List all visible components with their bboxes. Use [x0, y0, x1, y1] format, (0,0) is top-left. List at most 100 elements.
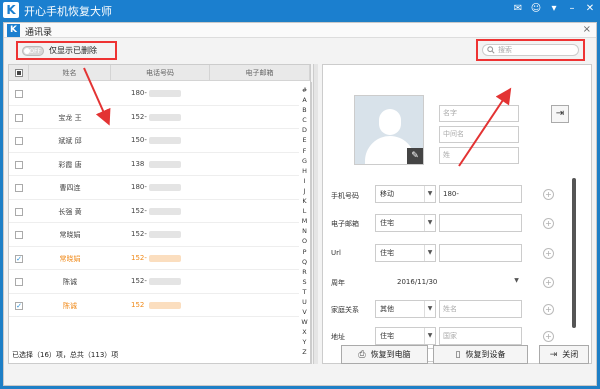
alphabet-letter[interactable]: W — [301, 317, 307, 327]
table-row[interactable]: 彩霞 唐 138 — [9, 153, 299, 176]
table-scrollbar[interactable] — [310, 82, 312, 364]
alphabet-letter[interactable]: G — [302, 156, 307, 166]
row-checkbox[interactable] — [15, 207, 23, 216]
select-all-cell — [9, 65, 29, 81]
contact-avatar: ✎ — [354, 95, 424, 165]
row-checkbox[interactable]: ✓ — [15, 301, 23, 310]
alphabet-letter[interactable]: H — [302, 166, 307, 176]
edit-avatar-icon[interactable]: ✎ — [407, 148, 423, 164]
restore-to-pc-button[interactable]: ⎙ 恢复到电脑 — [341, 345, 428, 364]
alphabet-letter[interactable]: # — [302, 85, 307, 95]
chat-icon[interactable]: ☺ — [530, 3, 542, 15]
column-header-name[interactable]: 姓名 — [29, 65, 111, 81]
family-name-field[interactable]: 姓名 — [439, 300, 522, 318]
phone-redaction — [149, 231, 181, 238]
alphabet-letter[interactable]: O — [302, 236, 307, 246]
alphabet-letter[interactable]: N — [302, 226, 307, 236]
table-row[interactable]: 曹四连 180- — [9, 176, 299, 200]
anniversary-date[interactable]: 2016/11/30 — [397, 278, 437, 286]
contact-name: 斌斌 邱 — [58, 137, 82, 145]
date-picker[interactable]: ▼ — [488, 273, 522, 291]
dialog-title: 通讯录 — [25, 28, 53, 38]
family-type-select[interactable]: 其他 ▼ — [375, 300, 436, 318]
add-url-icon[interactable]: + — [543, 248, 554, 259]
alphabet-letter[interactable]: M — [302, 216, 308, 226]
contact-phone: 152- — [131, 112, 147, 121]
add-phone-icon[interactable]: + — [543, 189, 554, 200]
table-header: 姓名 电话号码 电子邮箱 — [9, 65, 310, 81]
row-checkbox[interactable] — [15, 184, 23, 192]
table-row[interactable]: 180- — [9, 82, 299, 106]
minimize-icon[interactable]: – — [566, 3, 578, 15]
row-checkbox[interactable]: ✓ — [15, 254, 23, 263]
restore-to-device-button[interactable]: ▯ 恢复到设备 — [433, 345, 528, 364]
column-header-phone[interactable]: 电话号码 — [111, 65, 210, 81]
contact-phone: 150- — [131, 136, 147, 144]
add-family-icon[interactable]: + — [543, 304, 554, 315]
table-row[interactable]: 宝龙 王 152- — [9, 106, 299, 129]
deleted-only-toggle[interactable]: OFF — [22, 45, 44, 56]
add-email-icon[interactable]: + — [543, 218, 554, 229]
export-contact-button[interactable]: ⇥ — [551, 105, 569, 123]
contacts-dialog: K 通讯录 × OFF 仅显示已删除 搜索 姓名 电话号码 电子邮箱 180- 宝… — [3, 22, 597, 386]
phone-type-value: 移动 — [380, 190, 394, 198]
alphabet-letter[interactable]: V — [302, 307, 306, 317]
alphabet-letter[interactable]: I — [304, 176, 306, 186]
alphabet-letter[interactable]: Q — [302, 257, 307, 267]
wechat-icon[interactable]: ✉ — [512, 3, 524, 15]
alphabet-letter[interactable]: R — [302, 267, 306, 277]
search-input[interactable]: 搜索 — [482, 44, 579, 56]
pane-splitter[interactable] — [313, 64, 318, 364]
row-checkbox[interactable] — [15, 90, 23, 98]
phone-type-select[interactable]: 移动 ▼ — [375, 185, 436, 203]
url-type-select[interactable]: 住宅 ▼ — [375, 244, 436, 262]
table-row[interactable]: 陈诚 152- — [9, 270, 299, 294]
first-name-field[interactable]: 名字 — [439, 105, 519, 122]
close-button[interactable]: ⇥ 关闭 — [539, 345, 589, 364]
table-row[interactable]: 斌斌 邱 150- — [9, 129, 299, 153]
table-row[interactable]: ✓ 陈诚 152 — [9, 294, 299, 317]
dialog-close-icon[interactable]: × — [583, 24, 591, 35]
phone-field[interactable]: 180- — [439, 185, 522, 203]
email-field[interactable] — [439, 214, 522, 232]
detail-scrollbar[interactable] — [572, 178, 576, 328]
alphabet-letter[interactable]: S — [302, 277, 306, 287]
table-row[interactable]: ✓ 常晓娟 152- — [9, 247, 299, 270]
middle-name-field[interactable]: 中间名 — [439, 126, 519, 143]
row-checkbox[interactable] — [15, 113, 23, 122]
column-header-email[interactable]: 电子邮箱 — [210, 65, 310, 81]
alphabet-letter[interactable]: J — [304, 186, 306, 196]
alphabet-letter[interactable]: U — [302, 297, 307, 307]
close-icon[interactable]: ✕ — [584, 3, 596, 15]
url-label: Url — [331, 249, 341, 257]
email-type-select[interactable]: 住宅 ▼ — [375, 214, 436, 232]
menu-icon[interactable]: ▾ — [548, 3, 560, 15]
select-all-checkbox[interactable] — [14, 69, 23, 77]
add-address-icon[interactable]: + — [543, 331, 554, 342]
address-label: 地址 — [331, 333, 345, 341]
contact-phone: 152- — [131, 206, 147, 215]
alphabet-letter[interactable]: P — [303, 247, 307, 257]
row-checkbox[interactable] — [15, 137, 23, 145]
alphabet-letter[interactable]: E — [302, 135, 306, 145]
alphabet-letter[interactable]: A — [302, 95, 306, 105]
alphabet-letter[interactable]: L — [303, 206, 307, 216]
row-checkbox[interactable] — [15, 278, 23, 286]
alphabet-letter[interactable]: C — [302, 115, 306, 125]
alphabet-letter[interactable]: K — [302, 196, 306, 206]
alphabet-letter[interactable]: D — [302, 125, 307, 135]
search-highlight: 搜索 — [476, 39, 585, 61]
row-checkbox[interactable] — [15, 160, 23, 169]
url-field[interactable] — [439, 244, 522, 262]
table-row[interactable]: 常晓娟 152- — [9, 223, 299, 247]
alphabet-letter[interactable]: X — [302, 327, 306, 337]
alphabet-letter[interactable]: F — [303, 146, 307, 156]
alphabet-letter[interactable]: B — [302, 105, 306, 115]
contact-name: 陈诚 — [63, 278, 77, 286]
row-checkbox[interactable] — [15, 231, 23, 239]
add-anniversary-icon[interactable]: + — [543, 277, 554, 288]
alphabet-letter[interactable]: T — [303, 287, 307, 297]
phone-redaction — [149, 137, 181, 144]
last-name-field[interactable]: 姓 — [439, 147, 519, 164]
table-row[interactable]: 长强 黄 152- — [9, 200, 299, 223]
